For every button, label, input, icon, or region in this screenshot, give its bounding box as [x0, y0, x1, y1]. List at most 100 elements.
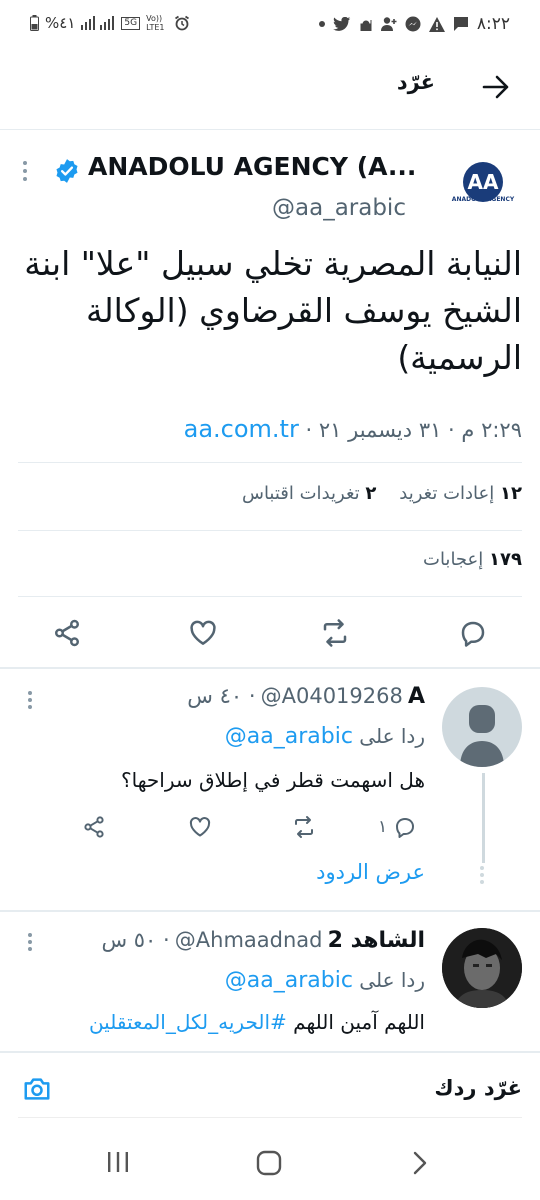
back-nav-button[interactable] [410, 1150, 430, 1176]
clock-time: ٨:٢٢ [476, 14, 510, 34]
replying-to: ردا على @aa_arabic [225, 968, 425, 993]
author-handle[interactable]: @aa_arabic [272, 195, 406, 221]
battery-text: %٤١ [45, 14, 76, 32]
likes-label: إعجابات [423, 549, 484, 570]
reply-time: · ٥٠ س [101, 928, 170, 952]
reply-text-plain: اللهم آمين اللهم [293, 1010, 425, 1034]
tweet-time: ٢:٢٩ م · ٣١ ديسمبر ٢١ [318, 418, 522, 442]
twitter-icon [332, 16, 351, 32]
divider [0, 667, 540, 669]
likes-count: ١٧٩ [489, 549, 522, 570]
reply-retweet-button[interactable] [292, 815, 316, 839]
network-badge: 5G [121, 16, 141, 30]
retweet-icon [323, 619, 347, 647]
reply-count: ١ [378, 817, 388, 837]
divider [0, 1051, 540, 1053]
quotes-label: تغريدات اقتباس [241, 483, 360, 504]
reply-author-handle[interactable]: @A04019268 [261, 684, 403, 708]
quotes-count: ٢ [365, 483, 377, 504]
message-icon [453, 16, 469, 32]
author-name[interactable]: ANADOLU AGENCY (A... [88, 152, 416, 181]
divider [18, 530, 522, 531]
messenger-icon [405, 16, 421, 32]
more-vertical-icon [28, 691, 32, 709]
recents-icon [108, 1152, 128, 1172]
tweet-more-button[interactable] [22, 160, 28, 182]
retweet-stats[interactable]: ١٢ إعادات تغريد ٢ تغريدات اقتباس [242, 483, 522, 504]
reply-share-button[interactable] [82, 815, 106, 839]
person-add-icon [380, 16, 397, 32]
heart-icon [190, 620, 216, 645]
retweet-icon [295, 816, 313, 838]
source-link[interactable]: aa.com.tr [184, 415, 299, 443]
retweet-button[interactable] [320, 618, 350, 648]
reply-text: هل اسهمت قطر في إطلاق سراحها؟ [120, 768, 425, 792]
replying-to-handle[interactable]: @aa_arabic [225, 968, 353, 993]
divider [18, 462, 522, 463]
reply-author-handle[interactable]: @Ahmaadnad [175, 928, 323, 952]
thread-dots [478, 865, 486, 885]
more-vertical-icon [28, 933, 32, 951]
reply-header: A @A04019268 · ٤٠ س [187, 684, 425, 709]
reply-avatar[interactable] [442, 928, 522, 1008]
divider [18, 596, 522, 597]
camera-button[interactable] [22, 1074, 52, 1104]
retweets-label: إعادات تغريد [399, 483, 495, 504]
replying-prefix: ردا على [359, 724, 425, 748]
author-avatar[interactable]: AA ANADOLU AGENCY [438, 154, 528, 226]
reply-reply-button[interactable]: ١ [378, 815, 417, 839]
reply-icon [396, 818, 415, 838]
tweet-text: النيابة المصرية تخلي سبيل "علا" ابنة الش… [24, 244, 522, 378]
heart-icon [189, 817, 211, 837]
reply-button[interactable] [458, 618, 488, 648]
reply-header: الشاهد 2 @Ahmaadnad · ٥٠ س [101, 928, 425, 953]
divider [0, 910, 540, 912]
aa-logo-caption: ANADOLU AGENCY [451, 196, 515, 203]
share-icon [55, 619, 79, 647]
verified-badge-icon [54, 158, 80, 184]
reply-icon [461, 621, 485, 647]
likes-stats[interactable]: ١٧٩ إعجابات [423, 549, 522, 570]
battery-icon [30, 15, 39, 31]
back-button[interactable] [482, 74, 510, 100]
divider [18, 1117, 522, 1118]
replying-to-handle[interactable]: @aa_arabic [225, 724, 353, 749]
replying-to: ردا على @aa_arabic [225, 724, 425, 749]
reply-more-button[interactable] [27, 932, 33, 952]
home-icon [256, 1150, 282, 1176]
camera-icon [24, 1078, 50, 1100]
status-bar: %٤١ 5G Vo)) LTE1 ٨:٢٢ [0, 0, 540, 52]
reply-more-button[interactable] [27, 690, 33, 710]
reply-author-name[interactable]: A [408, 684, 425, 709]
replying-prefix: ردا على [359, 968, 425, 992]
photo-avatar-icon [442, 928, 522, 1008]
status-right: ٨:٢٢ [318, 14, 510, 34]
volte-indicator: Vo)) LTE1 [146, 14, 165, 32]
alarm-icon [174, 15, 190, 31]
home-button[interactable] [256, 1150, 282, 1176]
arrow-right-icon [482, 75, 509, 99]
more-vertical-icon [23, 161, 27, 181]
status-left: %٤١ 5G Vo)) LTE1 [30, 14, 190, 32]
reply-author-name[interactable]: الشاهد 2 [328, 928, 425, 953]
tweet-meta: ٢:٢٩ م · ٣١ ديسمبر ٢١ · aa.com.tr [184, 415, 522, 443]
reply-time: · ٤٠ س [187, 684, 256, 708]
like-button[interactable] [188, 618, 218, 648]
reply-text: اللهم آمين اللهم #الحريه_لكل_المعتقلين [20, 1010, 425, 1050]
reply-like-button[interactable] [188, 815, 212, 839]
reply-avatar[interactable] [442, 687, 522, 767]
hashtag-link[interactable]: #الحريه_لكل_المعتقلين [89, 1010, 287, 1034]
share-icon [84, 816, 104, 838]
default-avatar-icon [460, 705, 504, 767]
mosque-icon [359, 17, 373, 31]
thread-line [482, 773, 485, 863]
show-replies-link[interactable]: عرض الردود [316, 860, 425, 884]
compose-input[interactable]: غرّد ردك [434, 1076, 522, 1100]
meta-separator: · [305, 418, 313, 442]
recent-apps-button[interactable] [106, 1150, 130, 1174]
share-button[interactable] [52, 618, 82, 648]
page-title: غرّد [396, 70, 435, 94]
signal-icon [81, 16, 115, 30]
dot-icon [318, 21, 325, 27]
warning-icon [428, 16, 445, 32]
